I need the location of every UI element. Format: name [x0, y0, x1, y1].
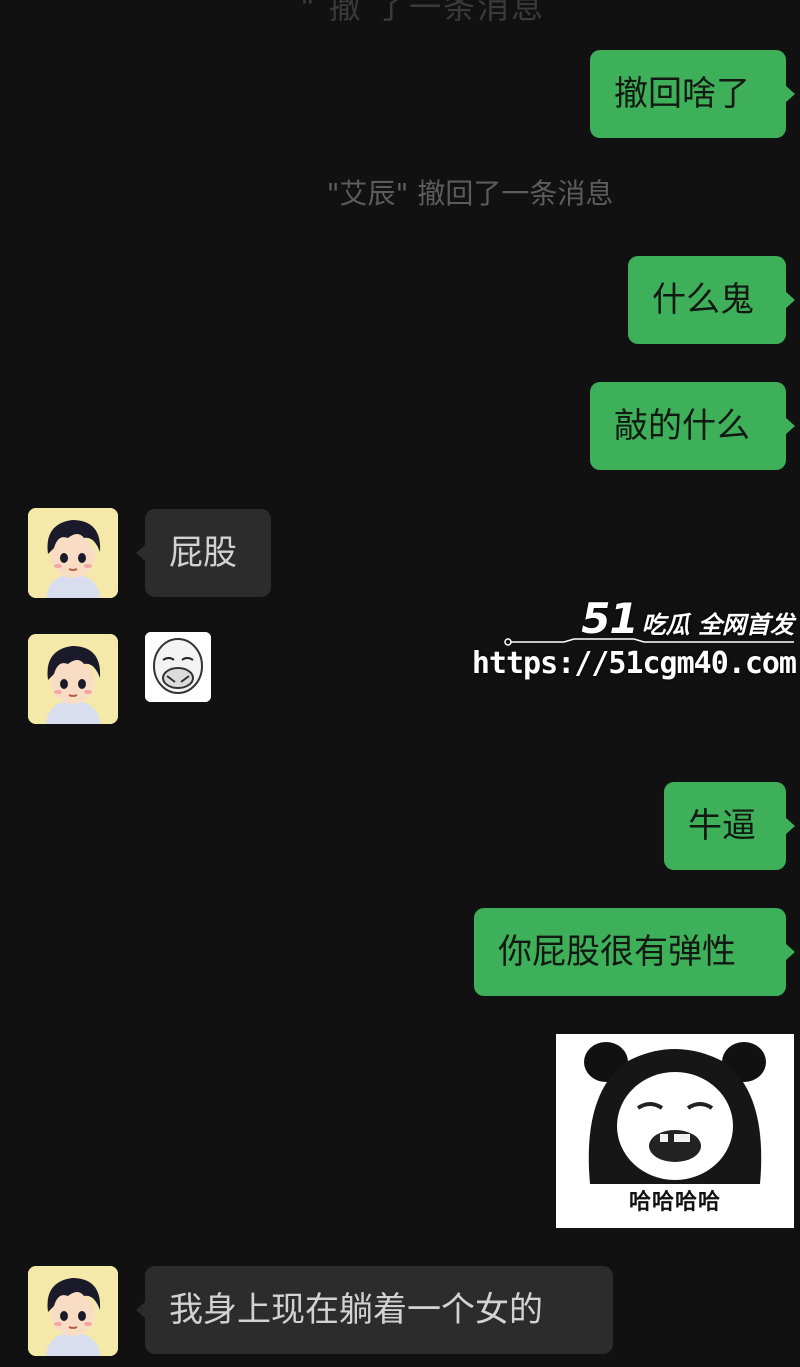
message-text: 撤回啥了 [614, 74, 750, 114]
message-bubble-outgoing[interactable]: 什么鬼 [628, 256, 795, 344]
message-text: 你屁股很有弹性 [498, 932, 736, 972]
meme-caption: 哈哈哈哈 [628, 1190, 721, 1215]
cartoon-boy-avatar-icon [28, 508, 118, 598]
message-bubble-outgoing[interactable]: 敲的什么 [590, 382, 795, 470]
site-watermark: 51 吃瓜 全网首发 https://51cgm40.com [472, 594, 800, 694]
message-bubble-incoming[interactable]: 我身上现在躺着一个女的 [136, 1266, 613, 1354]
watermark-brand-text: 吃瓜 全网首发 [641, 611, 794, 639]
watermark-brand: 51 吃瓜 全网首发 [581, 594, 794, 643]
message-text: 敲的什么 [614, 406, 750, 446]
message-text: 我身上现在躺着一个女的 [169, 1290, 543, 1330]
recall-notice: "艾辰" 撤回了一条消息 [326, 177, 614, 210]
chat-screen: " 撤 了一条消息 撤回啥了 "艾辰" 撤回了一条消息 什么鬼 敲的什么 屁股 [0, 0, 800, 1367]
contact-avatar[interactable] [28, 508, 118, 598]
cartoon-boy-avatar-icon [28, 1266, 118, 1356]
contact-avatar[interactable] [28, 634, 118, 724]
message-bubble-outgoing[interactable]: 你屁股很有弹性 [474, 908, 795, 996]
meme-sticker-message[interactable]: 哈哈哈哈 [556, 1034, 794, 1228]
message-text: 屁股 [169, 533, 237, 573]
message-text: 牛逼 [688, 806, 756, 846]
watermark-url: https://51cgm40.com [471, 646, 797, 681]
watermark-brand-number: 51 [581, 594, 638, 643]
message-bubble-outgoing[interactable]: 撤回啥了 [590, 50, 795, 138]
partial-system-notice: " 撤 了一条消息 [300, 0, 546, 26]
sticker-message[interactable] [145, 632, 211, 702]
covering-mouth-face-icon [145, 632, 211, 702]
circuit-line-icon [504, 638, 794, 646]
message-text: 什么鬼 [652, 280, 754, 320]
message-bubble-incoming[interactable]: 屁股 [136, 509, 271, 597]
message-bubble-outgoing[interactable]: 牛逼 [664, 782, 795, 870]
cartoon-boy-avatar-icon [28, 634, 118, 724]
contact-avatar[interactable] [28, 1266, 118, 1356]
